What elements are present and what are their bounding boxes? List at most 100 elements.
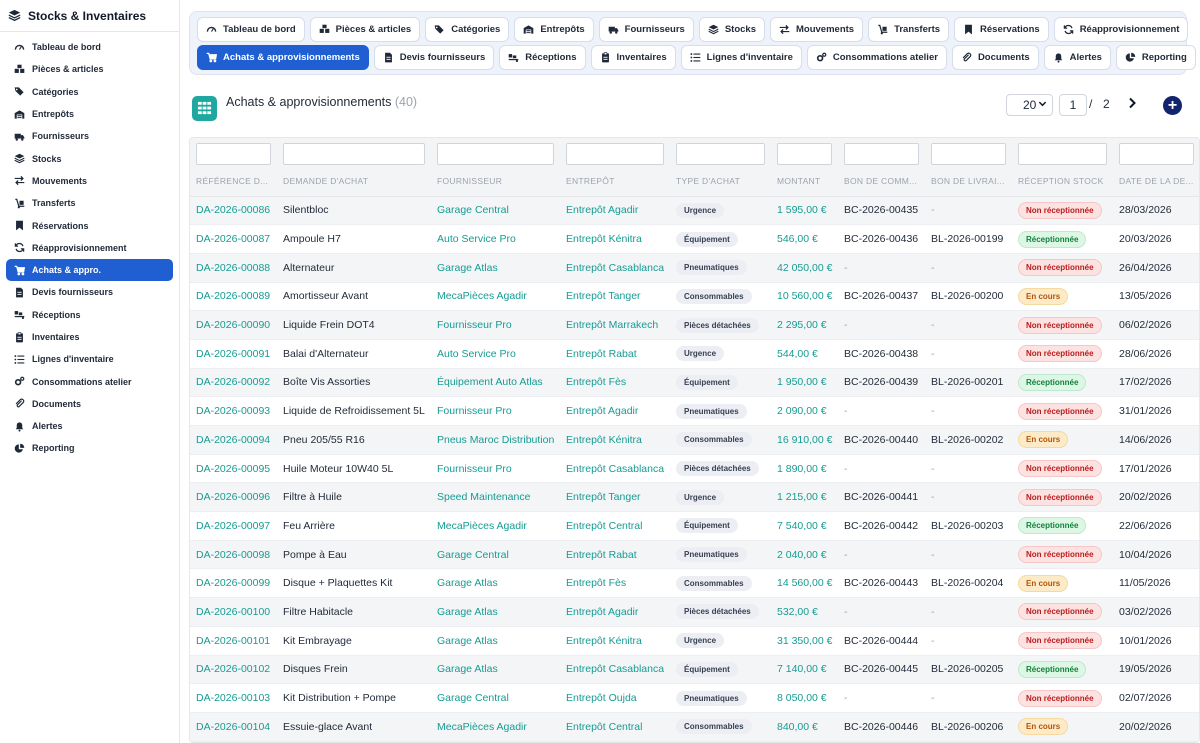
table-row[interactable]: DA-2026-00094 Pneu 205/55 R16 Pneus Maroc … xyxy=(190,425,1199,455)
cell-reference[interactable]: DA-2026-00092 xyxy=(190,368,277,398)
sidebar-item[interactable]: Achats & appro. xyxy=(6,258,173,282)
cell-reference[interactable]: DA-2026-00094 xyxy=(190,425,277,455)
column-filter-input[interactable] xyxy=(1119,142,1194,165)
cell-fournisseur[interactable]: Fournisseur Pro xyxy=(431,310,560,340)
cell-reference[interactable]: DA-2026-00091 xyxy=(190,339,277,369)
sidebar-item[interactable]: Devis fournisseurs xyxy=(6,281,173,303)
tab[interactable]: Réservations xyxy=(954,17,1049,42)
tab[interactable]: Stocks xyxy=(698,17,765,42)
tab[interactable]: Transferts xyxy=(868,17,950,42)
cell-entrepot[interactable]: Entrepôt Kénitra xyxy=(560,425,670,455)
sidebar-item[interactable]: Documents xyxy=(6,393,173,415)
cell-entrepot[interactable]: Entrepôt Oujda xyxy=(560,683,670,713)
column-header[interactable]: RÉFÉRENCE D... xyxy=(190,166,277,197)
sidebar-item[interactable]: Mouvements xyxy=(6,170,173,192)
cell-entrepot[interactable]: Entrepôt Casablanca xyxy=(560,655,670,685)
column-filter-input[interactable] xyxy=(437,142,554,165)
column-header[interactable]: MONTANT xyxy=(771,166,838,197)
table-row[interactable]: DA-2026-00103 Kit Distribution + Pompe Gar… xyxy=(190,683,1199,713)
cell-fournisseur[interactable]: Équipement Auto Atlas xyxy=(431,368,560,398)
tab[interactable]: Pièces & articles xyxy=(309,17,421,42)
cell-reference[interactable]: DA-2026-00100 xyxy=(190,597,277,627)
cell-reference[interactable]: DA-2026-00099 xyxy=(190,568,277,599)
cell-fournisseur[interactable]: Garage Central xyxy=(431,540,560,570)
cell-reference[interactable]: DA-2026-00095 xyxy=(190,454,277,484)
cell-fournisseur[interactable]: MecaPièces Agadir xyxy=(431,511,560,541)
sidebar-item[interactable]: Consommations atelier xyxy=(6,370,173,392)
sidebar-item[interactable]: Pièces & articles xyxy=(6,58,173,80)
tab[interactable]: Réapprovisionnement xyxy=(1053,17,1189,42)
cell-entrepot[interactable]: Entrepôt Fès xyxy=(560,568,670,599)
cell-entrepot[interactable]: Entrepôt Rabat xyxy=(560,339,670,369)
table-row[interactable]: DA-2026-00090 Liquide Frein DOT4 Fournisse… xyxy=(190,310,1199,340)
cell-entrepot[interactable]: Entrepôt Fès xyxy=(560,368,670,398)
tab[interactable]: Consommations atelier xyxy=(806,45,947,70)
cell-entrepot[interactable]: Entrepôt Kénitra xyxy=(560,224,670,254)
cell-fournisseur[interactable]: Garage Atlas xyxy=(431,597,560,627)
sidebar-item[interactable]: Réapprovisionnement xyxy=(6,237,173,259)
cell-reference[interactable]: DA-2026-00090 xyxy=(190,310,277,340)
table-row[interactable]: DA-2026-00087 Ampoule H7 Auto Service Pro E… xyxy=(190,224,1199,254)
sidebar-item[interactable]: Lignes d'inventaire xyxy=(6,348,173,370)
tab[interactable]: Alertes xyxy=(1043,45,1111,70)
column-filter-input[interactable] xyxy=(777,142,832,165)
cell-reference[interactable]: DA-2026-00093 xyxy=(190,396,277,426)
tab[interactable]: Inventaires xyxy=(590,45,676,70)
column-header[interactable]: DEMANDE D'ACHAT xyxy=(277,166,431,197)
cell-entrepot[interactable]: Entrepôt Marrakech xyxy=(560,310,670,340)
cell-reference[interactable]: DA-2026-00098 xyxy=(190,540,277,570)
column-header[interactable]: RÉCEPTION STOCK xyxy=(1012,166,1113,197)
column-filter-input[interactable] xyxy=(1018,142,1107,165)
table-row[interactable]: DA-2026-00100 Filtre Habitacle Garage Atla… xyxy=(190,597,1199,627)
sidebar-item[interactable]: Inventaires xyxy=(6,326,173,348)
cell-entrepot[interactable]: Entrepôt Tanger xyxy=(560,482,670,513)
table-row[interactable]: DA-2026-00088 Alternateur Garage Atlas Entr… xyxy=(190,253,1199,283)
table-row[interactable]: DA-2026-00095 Huile Moteur 10W40 5L Fourni… xyxy=(190,454,1199,484)
column-header[interactable]: FOURNISSEUR xyxy=(431,166,560,197)
sidebar-item[interactable]: Transferts xyxy=(6,192,173,214)
cell-fournisseur[interactable]: Garage Central xyxy=(431,683,560,713)
column-header[interactable]: BON DE COMM... xyxy=(838,166,925,197)
cell-reference[interactable]: DA-2026-00102 xyxy=(190,655,277,685)
cell-reference[interactable]: DA-2026-00086 xyxy=(190,196,277,226)
cell-fournisseur[interactable]: Pneus Maroc Distribution xyxy=(431,425,560,455)
column-filter-input[interactable] xyxy=(566,142,664,165)
cell-fournisseur[interactable]: Garage Atlas xyxy=(431,655,560,685)
sidebar-item[interactable]: Réservations xyxy=(6,214,173,236)
cell-entrepot[interactable]: Entrepôt Agadir xyxy=(560,396,670,426)
cell-entrepot[interactable]: Entrepôt Agadir xyxy=(560,196,670,226)
sidebar-item[interactable]: Stocks xyxy=(6,147,173,169)
column-filter-input[interactable] xyxy=(196,142,271,165)
tab[interactable]: Fournisseurs xyxy=(598,17,694,42)
tab[interactable]: Tableau de bord xyxy=(197,17,305,42)
table-row[interactable]: DA-2026-00096 Filtre à Huile Speed Mainten… xyxy=(190,482,1199,513)
cell-fournisseur[interactable]: Auto Service Pro xyxy=(431,224,560,254)
sidebar-item[interactable]: Tableau de bord xyxy=(6,36,173,58)
sidebar-item[interactable]: Catégories xyxy=(6,81,173,103)
cell-reference[interactable]: DA-2026-00104 xyxy=(190,712,277,742)
per-page-select[interactable]: 20 xyxy=(1006,94,1053,116)
cell-reference[interactable]: DA-2026-00096 xyxy=(190,482,277,513)
column-header[interactable]: TYPE D'ACHAT xyxy=(670,166,771,197)
table-row[interactable]: DA-2026-00102 Disques Frein Garage Atlas En… xyxy=(190,655,1199,685)
table-row[interactable]: DA-2026-00086 Silentbloc Garage Central Ent… xyxy=(190,196,1199,226)
table-row[interactable]: DA-2026-00091 Balai d'Alternateur Auto Ser… xyxy=(190,339,1199,369)
table-row[interactable]: DA-2026-00092 Boîte Vis Assorties Équipeme… xyxy=(190,368,1199,398)
table-row[interactable]: DA-2026-00104 Essuie-glace Avant MecaPièce… xyxy=(190,712,1199,742)
tab[interactable]: Devis fournisseurs xyxy=(373,45,495,70)
cell-reference[interactable]: DA-2026-00088 xyxy=(190,253,277,283)
table-row[interactable]: DA-2026-00098 Pompe à Eau Garage Central En… xyxy=(190,540,1199,570)
cell-entrepot[interactable]: Entrepôt Kénitra xyxy=(560,626,670,656)
sidebar-item[interactable]: Alertes xyxy=(6,415,173,437)
cell-entrepot[interactable]: Entrepôt Rabat xyxy=(560,540,670,570)
column-header[interactable]: BON DE LIVRAI... xyxy=(925,166,1012,197)
next-page-button[interactable] xyxy=(1126,96,1138,113)
column-filter-input[interactable] xyxy=(931,142,1006,165)
tab[interactable]: Catégories xyxy=(425,17,510,42)
column-filter-input[interactable] xyxy=(676,142,765,165)
cell-entrepot[interactable]: Entrepôt Agadir xyxy=(560,597,670,627)
cell-entrepot[interactable]: Entrepôt Central xyxy=(560,511,670,541)
column-header[interactable]: DATE DE LA DE... xyxy=(1113,166,1199,197)
cell-reference[interactable]: DA-2026-00101 xyxy=(190,626,277,656)
table-row[interactable]: DA-2026-00097 Feu Arrière MecaPièces Agadi… xyxy=(190,511,1199,541)
